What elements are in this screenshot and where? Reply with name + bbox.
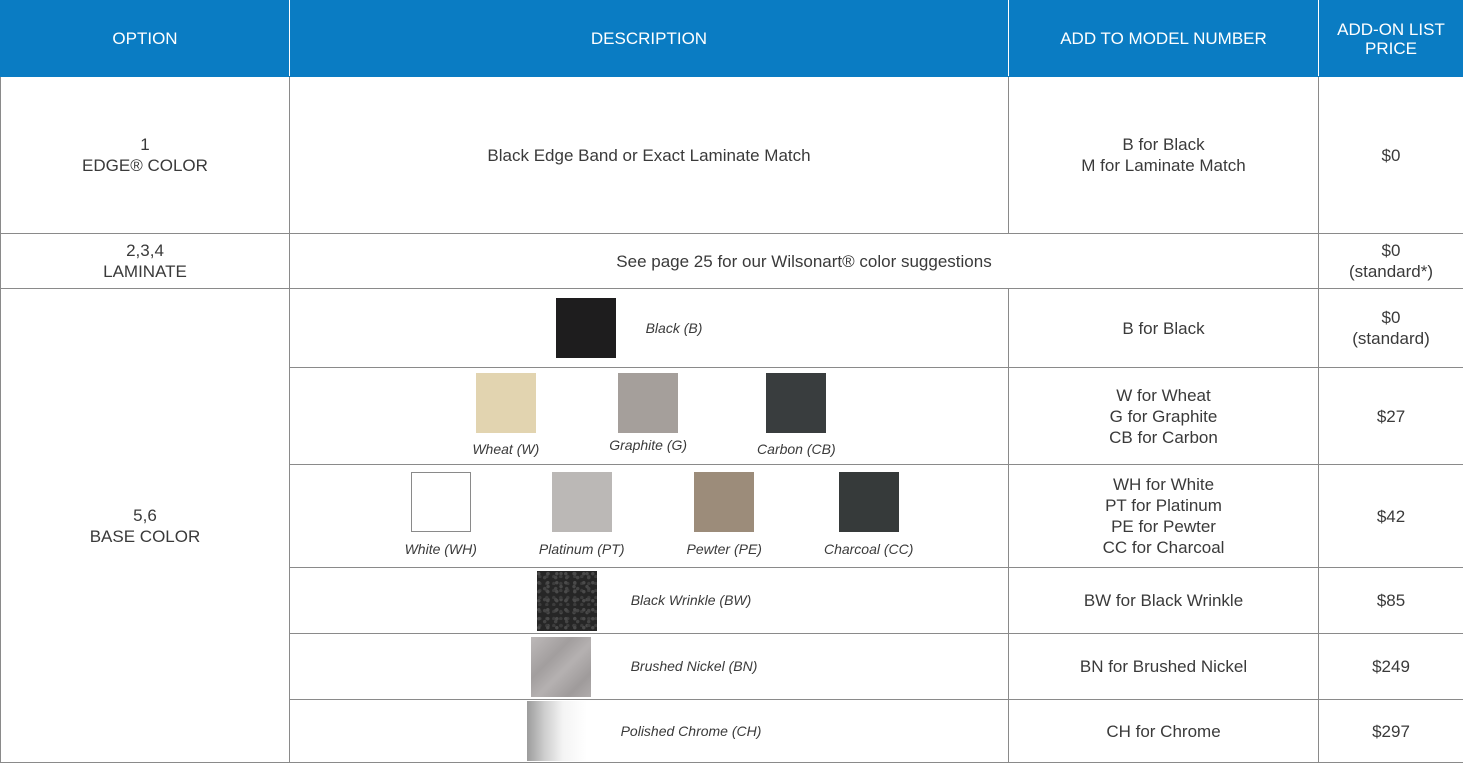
swatch-label: Pewter (PE) (686, 541, 762, 557)
option-number: 2,3,4 (126, 241, 164, 260)
price-line: $0 (1381, 308, 1401, 327)
price-cell-black: $0 (standard) (1318, 288, 1463, 368)
header-description: DESCRIPTION (289, 0, 1009, 77)
code-line: G for Graphite (1109, 406, 1218, 426)
price-cell-wrinkle: $85 (1318, 567, 1463, 634)
header-row: OPTION DESCRIPTION ADD TO MODEL NUMBER A… (0, 0, 1463, 77)
codes-cell-group2: W for Wheat G for Graphite CB for Carbon (1008, 367, 1319, 465)
price-cell-group3: $42 (1318, 464, 1463, 568)
pewter-swatch (694, 472, 755, 532)
table-row-edge: 1 EDGE® COLOR Black Edge Band or Exact L… (0, 76, 1463, 234)
option-cell-laminate: 2,3,4 LAMINATE (0, 233, 290, 289)
options-table: OPTION DESCRIPTION ADD TO MODEL NUMBER A… (0, 0, 1463, 763)
code-line: W for Wheat (1116, 385, 1211, 405)
codes-cell-chrome: CH for Chrome (1008, 699, 1319, 763)
swatch-label: Graphite (G) (609, 436, 688, 453)
price-cell-edge: $0 (1318, 76, 1463, 234)
codes-cell-black: B for Black (1008, 288, 1319, 368)
codes-cell-edge: B for Black M for Laminate Match (1008, 76, 1319, 234)
wheat-swatch (475, 372, 536, 433)
swatch-cell-group2: Wheat (W) Graphite (G) Carbon (CB) (289, 367, 1009, 465)
swatch-cell-group3: White (WH) Platinum (PT) Pewter (PE) Cha… (289, 464, 1009, 568)
option-name: BASE COLOR (89, 526, 201, 546)
option-cell-base: 5,6 BASE COLOR (0, 288, 290, 763)
code-line: PT for Platinum (1105, 496, 1222, 515)
swatch-label: Wheat (W) (472, 440, 540, 457)
swatch-label: Charcoal (CC) (823, 541, 914, 557)
header-price: ADD-ON LIST PRICE (1318, 0, 1463, 77)
black-wrinkle-swatch (536, 570, 597, 631)
white-swatch (410, 472, 471, 532)
graphite-swatch (618, 372, 679, 433)
black-swatch (555, 298, 616, 358)
price-cell-laminate: $0 (standard*) (1318, 233, 1463, 289)
codes-cell-wrinkle: BW for Black Wrinkle (1008, 567, 1319, 634)
swatch-label: White (WH) (404, 541, 477, 557)
code-line: CC for Charcoal (1102, 538, 1225, 557)
swatch-cell-wrinkle: Black Wrinkle (BW) (289, 567, 1009, 634)
price-cell-nickel: $249 (1318, 633, 1463, 700)
swatch-cell-black: Black (B) (289, 288, 1009, 368)
option-number: 1 (140, 135, 150, 154)
swatch-label: Polished Chrome (CH) (620, 722, 762, 739)
swatch-cell-nickel: Brushed Nickel (BN) (289, 633, 1009, 700)
code-line: CB for Carbon (1109, 427, 1218, 447)
swatch-item-platinum: Platinum (PT) (538, 472, 625, 560)
carbon-swatch (766, 372, 827, 433)
swatch-item-white: White (WH) (405, 472, 477, 560)
price-cell-chrome: $297 (1318, 699, 1463, 763)
swatch-label: Brushed Nickel (BN) (630, 658, 758, 674)
description-cell-laminate: See page 25 for our Wilsonart® color sug… (289, 233, 1319, 289)
table-row-laminate: 2,3,4 LAMINATE See page 25 for our Wilso… (0, 233, 1463, 289)
codes-cell-nickel: BN for Brushed Nickel (1008, 633, 1319, 700)
swatch-label: Platinum (PT) (538, 541, 625, 557)
swatch-label: Black Wrinkle (BW) (630, 592, 752, 608)
codes-cell-group3: WH for White PT for Platinum PE for Pewt… (1008, 464, 1319, 568)
swatch-item-wheat: Wheat (W) (472, 372, 540, 460)
table-row-base-black: 5,6 BASE COLOR Black (B) B for Black $0 … (0, 288, 1463, 763)
code-line: B for Black (1122, 135, 1205, 154)
option-name: LAMINATE (103, 262, 187, 281)
option-name: EDGE® COLOR (82, 156, 208, 175)
swatch-item-charcoal: Charcoal (CC) (824, 472, 913, 560)
polished-chrome-swatch (526, 701, 587, 761)
price-cell-group2: $27 (1318, 367, 1463, 465)
swatch-label: Black (B) (645, 319, 703, 336)
price-note: (standard) (1352, 329, 1430, 348)
header-option: OPTION (0, 0, 290, 77)
brushed-nickel-swatch (530, 636, 591, 697)
code-line: M for Laminate Match (1081, 156, 1246, 175)
code-line: WH for White (1112, 475, 1215, 494)
price-line: $0 (1381, 241, 1401, 260)
price-note: (standard*) (1348, 262, 1434, 281)
option-cell-edge: 1 EDGE® COLOR (0, 76, 290, 234)
swatch-item-graphite: Graphite (G) (609, 372, 688, 456)
description-cell-edge: Black Edge Band or Exact Laminate Match (289, 76, 1009, 234)
swatch-item-carbon: Carbon (CB) (757, 372, 836, 460)
swatch-item-pewter: Pewter (PE) (686, 472, 762, 560)
swatch-cell-chrome: Polished Chrome (CH) (289, 699, 1009, 763)
swatch-label: Carbon (CB) (757, 440, 836, 457)
header-add-to-model: ADD TO MODEL NUMBER (1008, 0, 1319, 77)
charcoal-swatch (838, 472, 899, 532)
option-number: 5,6 (133, 505, 157, 525)
platinum-swatch (551, 472, 612, 532)
code-line: PE for Pewter (1111, 517, 1216, 536)
